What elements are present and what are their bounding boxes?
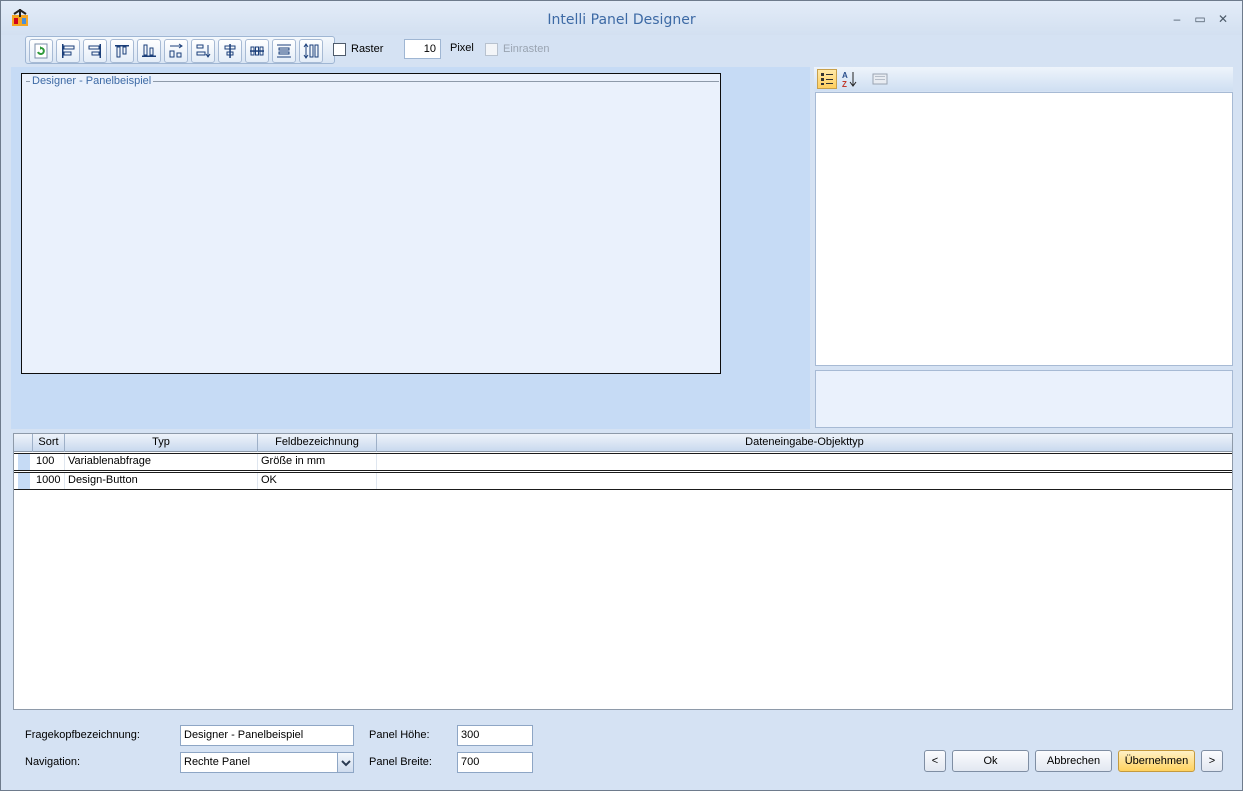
snap-label: Einrasten xyxy=(503,43,550,55)
cell-sort[interactable]: 100 xyxy=(33,454,65,470)
same-width-button[interactable] xyxy=(164,39,188,63)
cell-objekttyp[interactable] xyxy=(377,473,1232,489)
property-description xyxy=(815,370,1233,428)
row-selector[interactable] xyxy=(14,473,33,489)
align-button-group xyxy=(25,36,335,64)
table-row[interactable]: 100 Variablenabfrage Größe in mm xyxy=(14,453,1232,471)
raster-label: Raster xyxy=(351,43,384,55)
apply-button[interactable]: Übernehmen xyxy=(1118,750,1195,772)
align-right-icon xyxy=(88,44,101,58)
align-bottom-icon xyxy=(142,44,156,57)
cell-sort[interactable]: 1000 xyxy=(33,473,65,489)
designer-canvas[interactable]: Designer - Panelbeispiel xyxy=(11,67,810,429)
grid-header: Sort Typ Feldbezeichnung Dateneingabe-Ob… xyxy=(14,434,1232,452)
cancel-button[interactable]: Abbrechen xyxy=(1035,750,1112,772)
panel-group-title: Designer - Panelbeispiel xyxy=(30,75,154,87)
panel-breite-label: Panel Breite: xyxy=(369,756,432,768)
cell-objekttyp[interactable] xyxy=(377,454,1232,470)
panel-hoehe-input[interactable]: 300 xyxy=(457,725,533,746)
field-grid[interactable]: Sort Typ Feldbezeichnung Dateneingabe-Ob… xyxy=(13,433,1233,710)
row-header-corner xyxy=(14,434,33,452)
fragekopf-label: Fragekopfbezeichnung: xyxy=(25,729,140,741)
window-title: Intelli Panel Designer xyxy=(547,12,696,28)
panel-hoehe-label: Panel Höhe: xyxy=(369,729,430,741)
distribute-vertical-button[interactable] xyxy=(272,39,296,63)
same-width-icon xyxy=(169,43,183,58)
column-objekttyp[interactable]: Dateneingabe-Objekttyp xyxy=(377,434,1232,452)
refresh-icon xyxy=(34,43,48,59)
chevron-down-icon xyxy=(341,760,351,767)
snap-checkbox[interactable] xyxy=(485,43,498,56)
layout-toolbar: Raster 10 Pixel Einrasten xyxy=(21,36,1242,65)
maximize-button[interactable]: ▭ xyxy=(1192,11,1208,27)
same-height-button[interactable] xyxy=(191,39,215,63)
dropdown-button[interactable] xyxy=(337,753,353,772)
raster-checkbox[interactable] xyxy=(333,43,346,56)
property-toolbar: A Z xyxy=(814,67,1233,91)
categorized-button[interactable] xyxy=(817,69,837,89)
distribute-horizontal-icon xyxy=(250,46,264,56)
navigation-value: Rechte Panel xyxy=(184,756,251,768)
distribute-horizontal-button[interactable] xyxy=(245,39,269,63)
previous-button[interactable]: < xyxy=(924,750,946,772)
property-list[interactable] xyxy=(815,92,1233,366)
align-bottom-button[interactable] xyxy=(137,39,161,63)
align-left-button[interactable] xyxy=(56,39,80,63)
alphabetical-button[interactable]: A Z xyxy=(840,69,860,89)
same-height-icon xyxy=(196,44,211,58)
design-panel[interactable]: Designer - Panelbeispiel xyxy=(21,73,721,374)
row-selector[interactable] xyxy=(14,454,33,470)
same-size-button[interactable] xyxy=(299,39,323,63)
title-bar[interactable]: Intelli Panel Designer – ▭ ✕ xyxy=(1,1,1242,35)
distribute-vertical-icon xyxy=(277,44,291,58)
table-row[interactable]: 1000 Design-Button OK xyxy=(14,472,1232,490)
align-right-button[interactable] xyxy=(83,39,107,63)
column-typ[interactable]: Typ xyxy=(65,434,258,452)
panel-breite-input[interactable]: 700 xyxy=(457,752,533,773)
cell-feldbezeichnung[interactable]: OK xyxy=(258,473,377,489)
column-feldbezeichnung[interactable]: Feldbezeichnung xyxy=(258,434,377,452)
svg-text:Z: Z xyxy=(842,80,847,88)
sort-az-icon: A Z xyxy=(842,71,857,89)
pixel-label: Pixel xyxy=(450,42,474,54)
same-size-icon xyxy=(303,43,319,59)
app-window: Intelli Panel Designer – ▭ ✕ Raster 10 P… xyxy=(0,0,1243,791)
align-top-icon xyxy=(115,45,129,58)
svg-text:A: A xyxy=(842,71,848,80)
cell-typ[interactable]: Variablenabfrage xyxy=(65,454,258,470)
property-pages-button[interactable] xyxy=(870,69,890,89)
align-top-button[interactable] xyxy=(110,39,134,63)
column-sort[interactable]: Sort xyxy=(33,434,65,452)
center-horizontal-button[interactable] xyxy=(218,39,242,63)
next-button[interactable]: > xyxy=(1201,750,1223,772)
property-pages-icon xyxy=(872,73,888,85)
navigation-select[interactable]: Rechte Panel xyxy=(180,752,354,773)
navigation-label: Navigation: xyxy=(25,756,81,768)
align-left-icon xyxy=(62,44,75,58)
cell-typ[interactable]: Design-Button xyxy=(65,473,258,489)
cell-feldbezeichnung[interactable]: Größe in mm xyxy=(258,454,377,470)
categorized-icon xyxy=(821,73,833,85)
ok-button[interactable]: Ok xyxy=(952,750,1029,772)
fragekopf-input[interactable]: Designer - Panelbeispiel xyxy=(180,725,354,746)
refresh-button[interactable] xyxy=(29,39,53,63)
minimize-button[interactable]: – xyxy=(1169,11,1185,27)
center-horizontal-icon xyxy=(224,44,236,58)
grid-size-input[interactable]: 10 xyxy=(404,39,441,59)
close-button[interactable]: ✕ xyxy=(1215,11,1231,27)
